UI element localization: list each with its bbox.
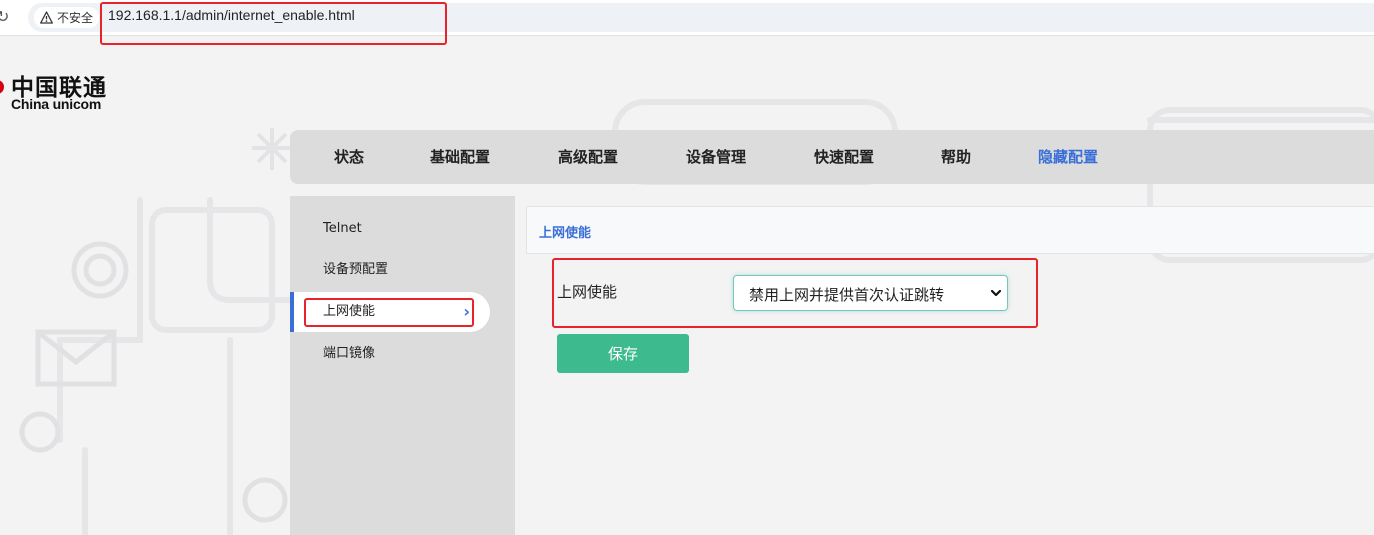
nav-item-device-management[interactable]: 设备管理 — [686, 130, 746, 184]
url-highlight-annotation — [100, 2, 447, 45]
security-label: 不安全 — [57, 11, 94, 25]
logo: 中国联通 China unicom — [0, 66, 140, 116]
sidebar: Telnet 设备预配置 上网使能 › 端口镜像 — [290, 196, 515, 535]
nav-item-quick-config[interactable]: 快速配置 — [814, 130, 874, 184]
security-indicator[interactable]: 不安全 — [34, 7, 100, 28]
sidebar-item-telnet[interactable]: Telnet — [290, 209, 515, 249]
nav-item-advanced-config[interactable]: 高级配置 — [558, 130, 618, 184]
main-nav: 状态 基础配置 高级配置 设备管理 快速配置 帮助 隐藏配置 — [290, 130, 1374, 184]
page-title: 上网使能 — [539, 226, 592, 241]
content-header: 上网使能 — [526, 206, 1374, 254]
reload-icon[interactable]: ↻ — [0, 6, 12, 28]
sidebar-item-device-preconfig[interactable]: 设备预配置 — [290, 250, 515, 290]
save-button[interactable]: 保存 — [557, 334, 689, 373]
logo-name-en: China unicom — [11, 96, 102, 112]
logo-mark-icon — [0, 80, 4, 94]
form-highlight-annotation — [552, 258, 1038, 328]
sidebar-item-port-mirroring[interactable]: 端口镜像 — [290, 334, 515, 374]
nav-item-status[interactable]: 状态 — [334, 130, 364, 184]
warning-icon — [40, 11, 53, 24]
nav-item-basic-config[interactable]: 基础配置 — [430, 130, 490, 184]
nav-item-hidden-config[interactable]: 隐藏配置 — [1038, 130, 1098, 184]
nav-item-help[interactable]: 帮助 — [941, 130, 971, 184]
sidebar-highlight-annotation — [304, 298, 474, 327]
